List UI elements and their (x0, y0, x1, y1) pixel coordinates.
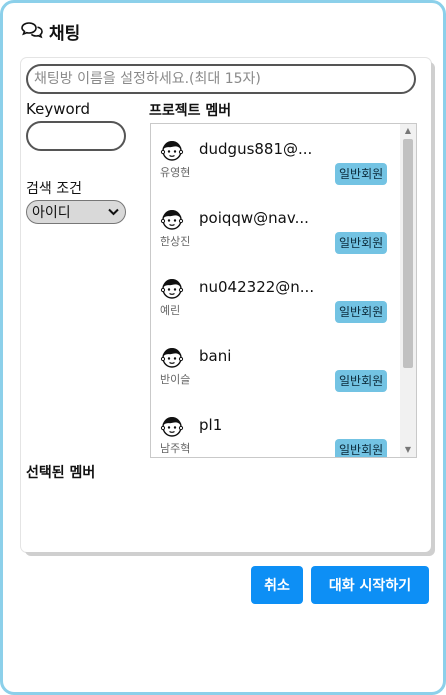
avatar-icon (160, 276, 184, 300)
chevron-down-icon (108, 206, 119, 219)
cancel-button[interactable]: 취소 (251, 566, 303, 604)
room-name-input[interactable] (26, 64, 416, 94)
avatar-icon (160, 207, 184, 231)
member-nickname: 유영현 (160, 166, 191, 179)
member-nickname: 반이슬 (160, 373, 191, 386)
chat-modal: 채팅 Keyword 검색 조건 아이디 프로젝트 멤버 dudgus881@.… (0, 0, 446, 695)
modal-title: 채팅 (49, 24, 81, 44)
chat-bubbles-icon (21, 21, 43, 43)
member-row[interactable]: dudgus881@... 유영현 일반회원 (151, 132, 401, 200)
member-role-badge: 일반회원 (335, 163, 388, 185)
member-row[interactable]: bani 반이슬 일반회원 (151, 339, 401, 407)
avatar-icon (160, 414, 184, 438)
member-role-badge: 일반회원 (335, 232, 388, 254)
member-email: nu042322@n... (199, 278, 315, 296)
scroll-down-arrow-icon[interactable]: ▼ (400, 443, 416, 457)
member-email: poiqqw@nav... (199, 209, 309, 227)
member-role-badge: 일반회원 (335, 301, 388, 323)
search-condition-select[interactable]: 아이디 (26, 200, 126, 224)
member-row[interactable]: poiqqw@nav... 한상진 일반회원 (151, 201, 401, 269)
member-row[interactable]: pl1 남주혁 일반회원 (151, 408, 401, 457)
modal-header: 채팅 (21, 19, 80, 44)
keyword-input[interactable] (26, 121, 126, 151)
member-email: dudgus881@... (199, 140, 313, 158)
member-role-badge: 일반회원 (335, 439, 388, 457)
member-email: pl1 (199, 416, 223, 434)
member-nickname: 남주혁 (160, 442, 191, 455)
project-members-label: 프로젝트 멤버 (149, 103, 232, 119)
member-email: bani (199, 347, 232, 365)
scrollbar-thumb[interactable] (403, 139, 413, 368)
avatar-icon (160, 345, 184, 369)
member-row[interactable]: nu042322@n... 예린 일반회원 (151, 270, 401, 338)
start-chat-button[interactable]: 대화 시작하기 (311, 566, 429, 604)
search-condition-value: 아이디 (32, 205, 71, 221)
member-nickname: 한상진 (160, 235, 191, 248)
member-nickname: 예린 (160, 304, 181, 317)
member-list-scrollbar[interactable]: ▲ ▼ (400, 124, 416, 457)
avatar-icon (160, 138, 184, 162)
member-role-badge: 일반회원 (335, 370, 388, 392)
selected-members-label: 선택된 멤버 (26, 465, 96, 481)
scroll-up-arrow-icon[interactable]: ▲ (400, 124, 416, 138)
chat-setup-panel: Keyword 검색 조건 아이디 프로젝트 멤버 dudgus881@... … (21, 58, 431, 552)
keyword-label: Keyword (26, 100, 91, 118)
project-member-list[interactable]: dudgus881@... 유영현 일반회원 poiqqw@nav... 한상진… (150, 123, 417, 458)
search-condition-label: 검색 조건 (26, 181, 82, 197)
